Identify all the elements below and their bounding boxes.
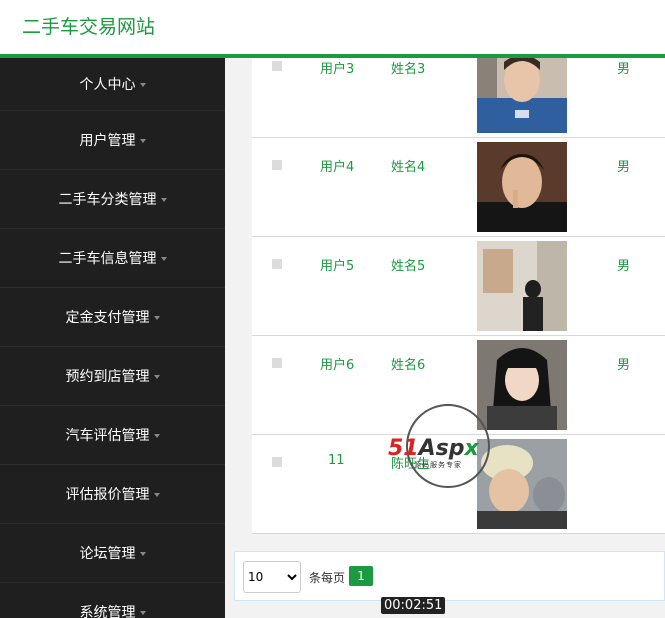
caret-down-icon: [153, 316, 160, 320]
sidebar-item-quotation[interactable]: 评估报价管理: [0, 465, 225, 524]
avatar: [477, 241, 567, 331]
account-cell: 用户4: [320, 160, 355, 175]
name-cell: 姓名5: [391, 259, 426, 274]
caret-down-icon: [153, 493, 160, 497]
account-cell: 用户6: [320, 358, 355, 373]
sidebar-item-car-info[interactable]: 二手车信息管理: [0, 229, 225, 288]
caret-down-icon: [153, 375, 160, 379]
top-header: 二手车交易网站: [0, 0, 665, 58]
gender-cell: 男: [617, 358, 631, 373]
name-cell: 姓名3: [391, 62, 426, 77]
sidebar-item-user-management[interactable]: 用户管理: [0, 111, 225, 170]
video-timer: 00:02:51: [381, 597, 446, 614]
row-checkbox[interactable]: [272, 160, 282, 170]
sidebar-item-assessment[interactable]: 汽车评估管理: [0, 406, 225, 465]
watermark-logo: 51Aspx: [388, 436, 479, 461]
avatar: [477, 58, 567, 133]
avatar: [477, 439, 567, 529]
sidebar-item-label: 预约到店管理: [65, 369, 150, 385]
gender-cell: 男: [617, 259, 631, 274]
gender-cell: 男: [617, 62, 631, 77]
main-content: 用户3 姓名3 男 用户4 姓名4 男 用户5 姓名5 男 用户6 姓名6 男 …: [225, 58, 665, 618]
account-cell: 用户3: [320, 62, 355, 77]
caret-down-icon: [139, 139, 146, 143]
pagination-bar: 10 条每页 1: [234, 551, 665, 601]
sidebar-item-label: 二手车信息管理: [58, 251, 157, 267]
avatar: [477, 340, 567, 430]
account-cell: 11: [328, 453, 345, 468]
caret-down-icon: [139, 611, 146, 615]
site-title: 二手车交易网站: [22, 16, 156, 38]
name-cell: 姓名4: [391, 160, 426, 175]
sidebar-item-appointment[interactable]: 预约到店管理: [0, 347, 225, 406]
row-checkbox[interactable]: [272, 259, 282, 269]
sidebar-item-label: 汽车评估管理: [65, 428, 150, 444]
sidebar-item-deposit[interactable]: 定金支付管理: [0, 288, 225, 347]
sidebar-item-label: 二手车分类管理: [58, 192, 157, 208]
watermark-tagline: 源码服务专家: [414, 461, 462, 469]
sidebar-item-car-category[interactable]: 二手车分类管理: [0, 170, 225, 229]
caret-down-icon: [160, 198, 167, 202]
caret-down-icon: [160, 257, 167, 261]
caret-down-icon: [139, 552, 146, 556]
name-cell: 姓名6: [391, 358, 426, 373]
sidebar-item-label: 论坛管理: [79, 546, 136, 562]
avatar: [477, 142, 567, 232]
sidebar-item-system[interactable]: 系统管理: [0, 583, 225, 618]
sidebar-item-label: 评估报价管理: [65, 487, 150, 503]
row-checkbox[interactable]: [272, 61, 282, 71]
sidebar-item-label: 用户管理: [79, 133, 136, 149]
caret-down-icon: [153, 434, 160, 438]
sidebar: 个人中心 用户管理 二手车分类管理 二手车信息管理 定金支付管理 预约到店管理 …: [0, 58, 225, 618]
row-checkbox[interactable]: [272, 358, 282, 368]
caret-down-icon: [139, 83, 146, 87]
sidebar-item-label: 定金支付管理: [65, 310, 150, 326]
page-number-button[interactable]: 1: [349, 566, 373, 586]
row-checkbox[interactable]: [272, 457, 282, 467]
sidebar-item-personal-center[interactable]: 个人中心: [0, 58, 225, 111]
account-cell: 用户5: [320, 259, 355, 274]
sidebar-item-label: 系统管理: [79, 605, 136, 618]
gender-cell: 男: [617, 160, 631, 175]
sidebar-item-forum[interactable]: 论坛管理: [0, 524, 225, 583]
table-row: 用户5 姓名5 男: [252, 237, 665, 336]
sidebar-item-label: 个人中心: [79, 77, 136, 93]
page-size-select[interactable]: 10: [243, 561, 301, 593]
per-page-label: 条每页: [309, 571, 346, 585]
table-row: 用户4 姓名4 男: [252, 138, 665, 237]
table-row: 用户3 姓名3 男: [252, 58, 665, 138]
